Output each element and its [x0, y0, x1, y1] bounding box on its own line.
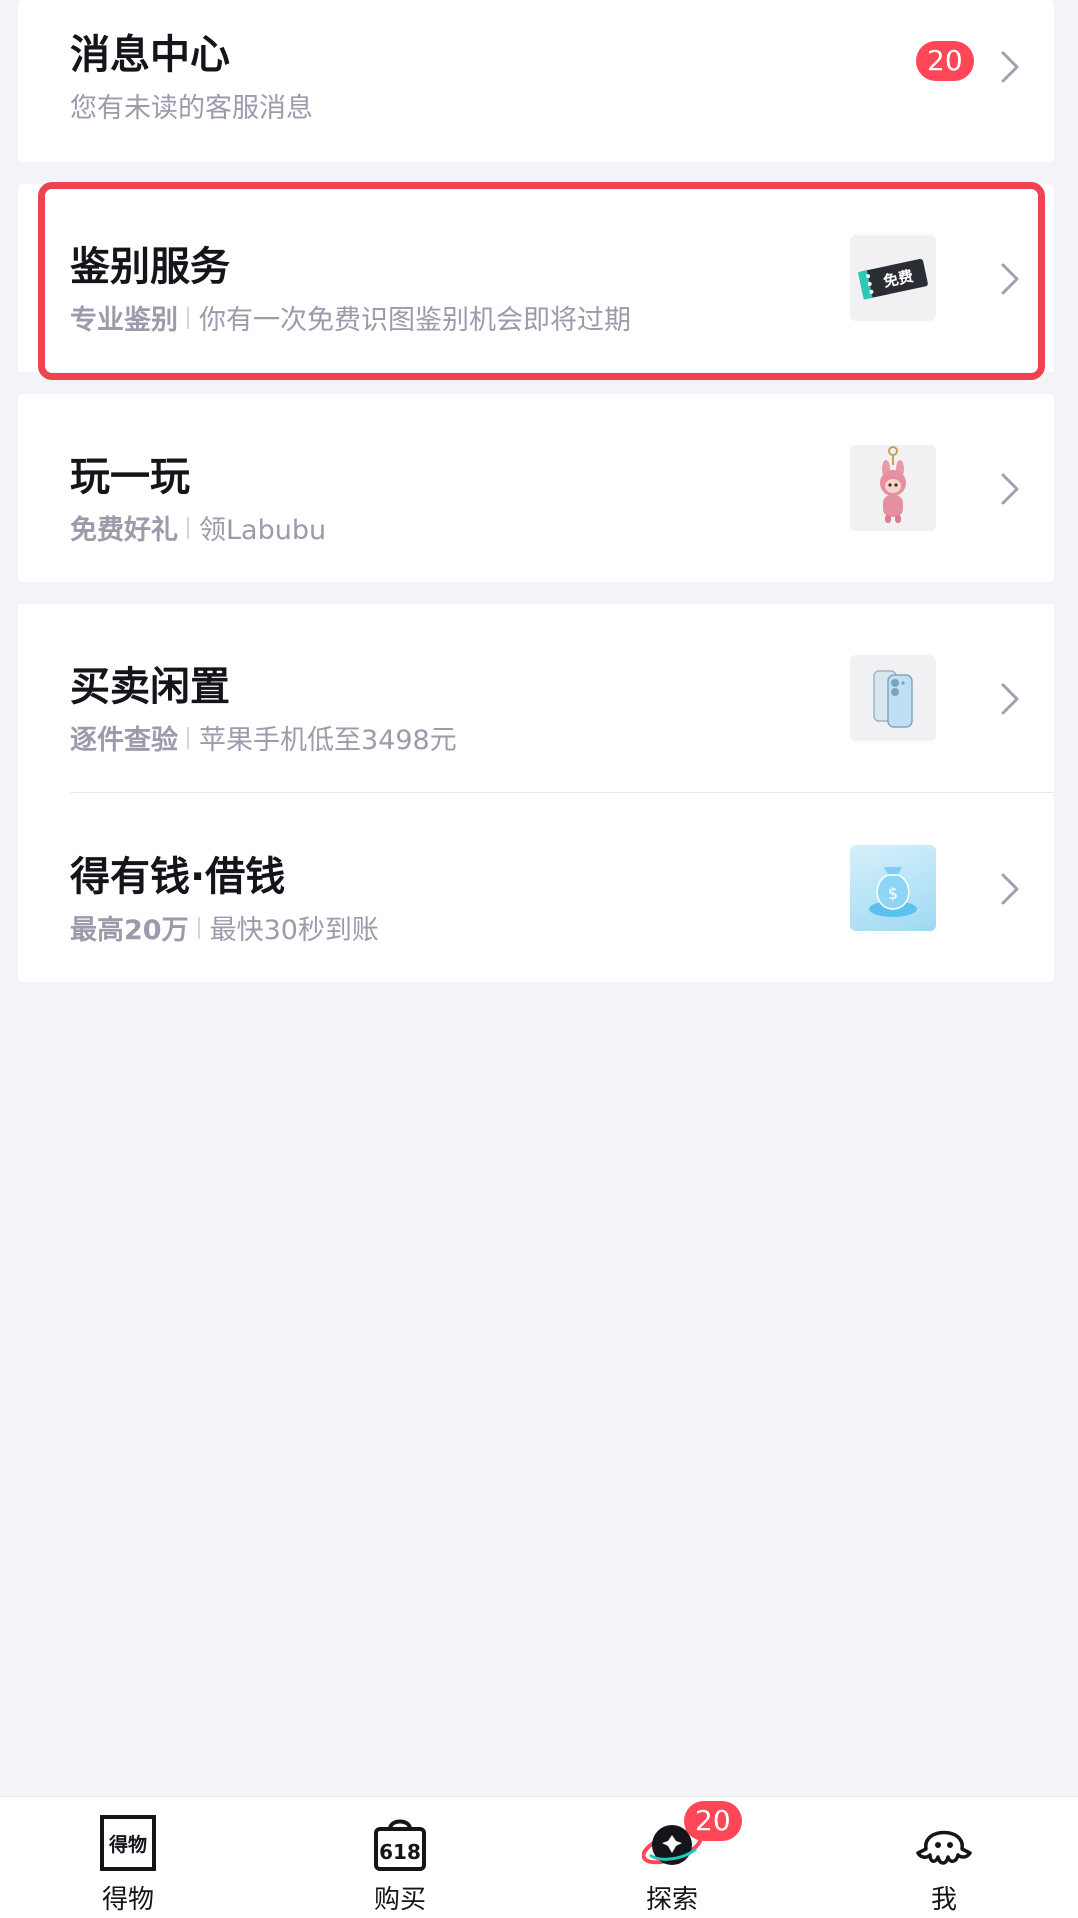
iphone-icon [850, 655, 936, 741]
dewu-logo-icon: 得物 [100, 1815, 156, 1871]
message-center-title: 消息中心 [70, 32, 230, 78]
chevron-right-icon [1001, 263, 1019, 295]
message-center-card: 消息中心 您有未读的客服消息 20 [18, 0, 1054, 162]
tab-label: 我 [930, 1885, 957, 1915]
svg-text:618: 618 [379, 1840, 421, 1864]
tab-label: 购买 [373, 1885, 426, 1915]
svg-text:$: $ [888, 884, 898, 903]
play-subtitle: 免费好礼 领Labubu [70, 508, 326, 547]
tab-buy[interactable]: 618 购买 [300, 1797, 500, 1918]
octopus-profile-icon [916, 1830, 972, 1865]
secondhand-tag: 逐件查验 [70, 725, 178, 756]
secondhand-subtitle: 逐件查验 苹果手机低至3498元 [70, 718, 457, 757]
subtitle-divider [197, 916, 200, 939]
chevron-right-icon [1001, 873, 1019, 905]
tab-explore[interactable]: 20 探索 [572, 1797, 772, 1918]
secondhand-row[interactable]: 买卖闲置 逐件查验 苹果手机低至3498元 [18, 604, 1054, 792]
subtitle-divider [187, 516, 189, 539]
loan-row[interactable]: 得有钱·借钱 最高20万 最快30秒到账 $ [18, 794, 1054, 982]
subtitle-divider [187, 306, 189, 329]
play-subtitle-text: 领Labubu [199, 515, 327, 546]
bottom-tab-bar: 得物 得物 618 购买 20 探索 我 [0, 1796, 1078, 1918]
money-bag-icon: $ [850, 845, 936, 931]
svg-text:得物: 得物 [108, 1833, 147, 1856]
subtitle-divider [187, 726, 189, 749]
unread-badge: 20 [916, 41, 974, 81]
authentication-card: 鉴别服务 专业鉴别 你有一次免费识图鉴别机会即将过期 免费 [18, 184, 1054, 372]
services-card: 买卖闲置 逐件查验 苹果手机低至3498元 得有钱·借钱 最高20万 最快30秒… [18, 604, 1054, 982]
tab-dewu[interactable]: 得物 得物 [28, 1797, 228, 1918]
loan-title: 得有钱·借钱 [70, 854, 286, 900]
tab-label: 得物 [101, 1885, 154, 1915]
loan-tag: 最高20万 [70, 915, 189, 946]
message-center-subtitle: 您有未读的客服消息 [70, 86, 313, 125]
tab-me[interactable]: 我 [844, 1797, 1044, 1918]
shopping-bag-618-icon: 618 [374, 1819, 426, 1871]
authentication-subtitle-text: 你有一次免费识图鉴别机会即将过期 [199, 305, 631, 336]
loan-subtitle-text: 最快30秒到账 [209, 915, 379, 946]
explore-badge: 20 [684, 1801, 742, 1841]
chevron-right-icon [1001, 51, 1019, 83]
secondhand-subtitle-text: 苹果手机低至3498元 [199, 725, 457, 756]
tab-label: 探索 [645, 1885, 698, 1915]
authentication-subtitle: 专业鉴别 你有一次免费识图鉴别机会即将过期 [70, 298, 631, 337]
play-title: 玩一玩 [70, 454, 190, 500]
play-card: 玩一玩 免费好礼 领Labubu [18, 394, 1054, 582]
play-tag: 免费好礼 [70, 515, 178, 546]
loan-subtitle: 最高20万 最快30秒到账 [70, 908, 379, 947]
message-center-subtitle-text: 您有未读的客服消息 [70, 93, 313, 124]
message-center-row[interactable]: 消息中心 您有未读的客服消息 20 [18, 0, 1054, 160]
play-row[interactable]: 玩一玩 免费好礼 领Labubu [18, 394, 1054, 582]
chevron-right-icon [1001, 683, 1019, 715]
authentication-tag: 专业鉴别 [70, 305, 178, 336]
row-divider [70, 792, 1054, 793]
free-ticket-icon: 免费 [850, 235, 936, 321]
secondhand-title: 买卖闲置 [70, 664, 230, 710]
page: 消息中心 您有未读的客服消息 20 鉴别服务 专业鉴别 你有一次免费识图鉴别机会… [0, 0, 1078, 1918]
authentication-title: 鉴别服务 [70, 244, 230, 290]
chevron-right-icon [1001, 473, 1019, 505]
authentication-row[interactable]: 鉴别服务 专业鉴别 你有一次免费识图鉴别机会即将过期 免费 [18, 184, 1054, 372]
labubu-keychain-icon [850, 445, 936, 531]
